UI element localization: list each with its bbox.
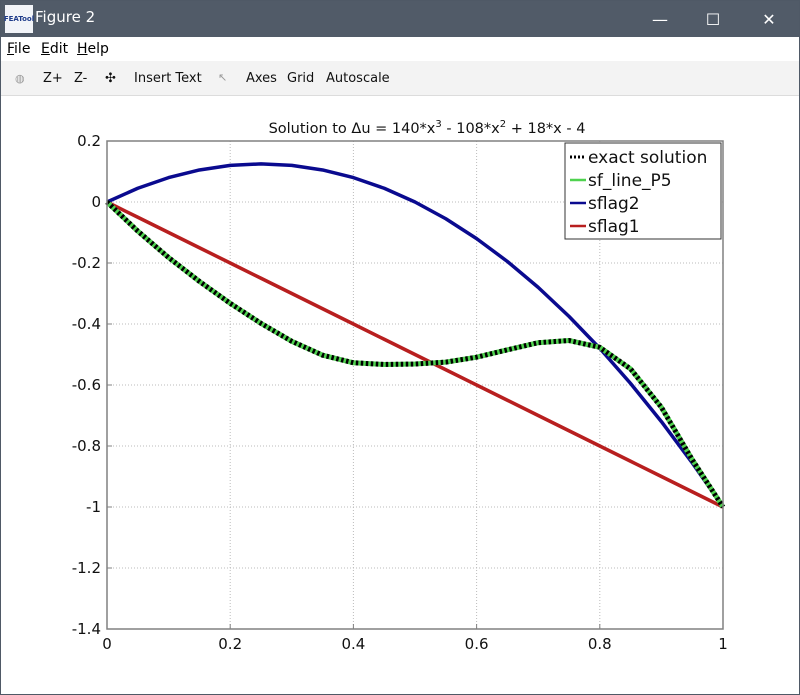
chart-title: Solution to Δu = 140*x3 - 108*x2 + 18*x … (269, 119, 586, 137)
series-sflag1 (106, 200, 724, 509)
x-tick-label: 0.4 (341, 635, 365, 653)
pan-icon[interactable]: ✣ (105, 71, 116, 86)
title-part: - 108*x (442, 121, 500, 137)
y-tick-label: -1.2 (72, 559, 101, 577)
legend: exact solution sf_line_P5 sflag2 sflag1 (564, 142, 722, 240)
autoscale-button[interactable]: Autoscale (326, 71, 390, 86)
menu-help-mnemonic: H (77, 41, 88, 57)
minimize-icon: — (652, 9, 668, 29)
menu-bar: File Edit Help (1, 37, 799, 61)
insert-text-button[interactable]: Insert Text (134, 71, 202, 86)
x-tick-label: 0.8 (588, 635, 612, 653)
legend-entry-sflag2-label: sflag2 (588, 194, 640, 214)
maximize-icon: ☐ (705, 9, 721, 29)
legend-entry-exact-solution-label: exact solution (588, 148, 707, 168)
title-part: + 18*x - 4 (506, 121, 585, 137)
y-tick-label: -1.4 (72, 620, 101, 638)
title-part: Solution to Δu = 140*x (269, 121, 436, 137)
menu-file-label: ile (14, 41, 31, 57)
x-tick-label: 1 (718, 635, 728, 653)
y-tick-label: -0.8 (72, 437, 101, 455)
toolbar: ◍ Z+ Z- ✣ Insert Text ↖ Axes Grid Autosc… (1, 61, 799, 96)
plot-canvas: Solution to Δu = 140*x3 - 108*x2 + 18*x … (72, 119, 728, 653)
grid-button[interactable]: Grid (287, 71, 314, 86)
title-bar: FEATool Figure 2 — ☐ ✕ (1, 1, 799, 37)
y-tick-label: -0.2 (72, 254, 101, 272)
x-tick-label: 0.6 (465, 635, 489, 653)
maximize-button[interactable]: ☐ (690, 1, 736, 37)
zoom-in-button[interactable]: Z+ (43, 71, 63, 86)
close-button[interactable]: ✕ (746, 1, 792, 37)
app-logo-text: FEATool (3, 15, 35, 23)
rotate-icon[interactable]: ◍ (15, 72, 25, 85)
menu-help[interactable]: Help (77, 41, 109, 57)
minimize-button[interactable]: — (637, 1, 683, 37)
menu-edit-label: dit (49, 41, 69, 57)
y-tick-label: 0.2 (77, 132, 101, 150)
menu-help-label: elp (87, 41, 109, 57)
y-tick-label: 0 (91, 193, 101, 211)
select-pointer-icon[interactable]: ↖ (218, 71, 227, 84)
menu-edit[interactable]: Edit (41, 41, 68, 57)
y-tick-label: -0.4 (72, 315, 101, 333)
menu-file[interactable]: File (7, 41, 30, 57)
menu-edit-mnemonic: E (41, 41, 50, 57)
menu-file-mnemonic: F (7, 41, 15, 57)
zoom-out-button[interactable]: Z- (74, 71, 87, 86)
figure-window: FEATool Figure 2 — ☐ ✕ File Edit Help ◍ … (0, 0, 800, 695)
window-title: Figure 2 (35, 8, 96, 26)
y-tick-label: -1 (86, 498, 101, 516)
x-tick-label: 0.2 (218, 635, 242, 653)
y-tick-label: -0.6 (72, 376, 101, 394)
legend-entry-sf-line-p5-label: sf_line_P5 (588, 171, 672, 191)
x-tick-label: 0 (102, 635, 112, 653)
app-logo-icon: FEATool (3, 5, 35, 33)
close-icon: ✕ (762, 9, 776, 29)
axes-button[interactable]: Axes (246, 71, 277, 86)
legend-entry-sflag1-label: sflag1 (588, 217, 640, 237)
